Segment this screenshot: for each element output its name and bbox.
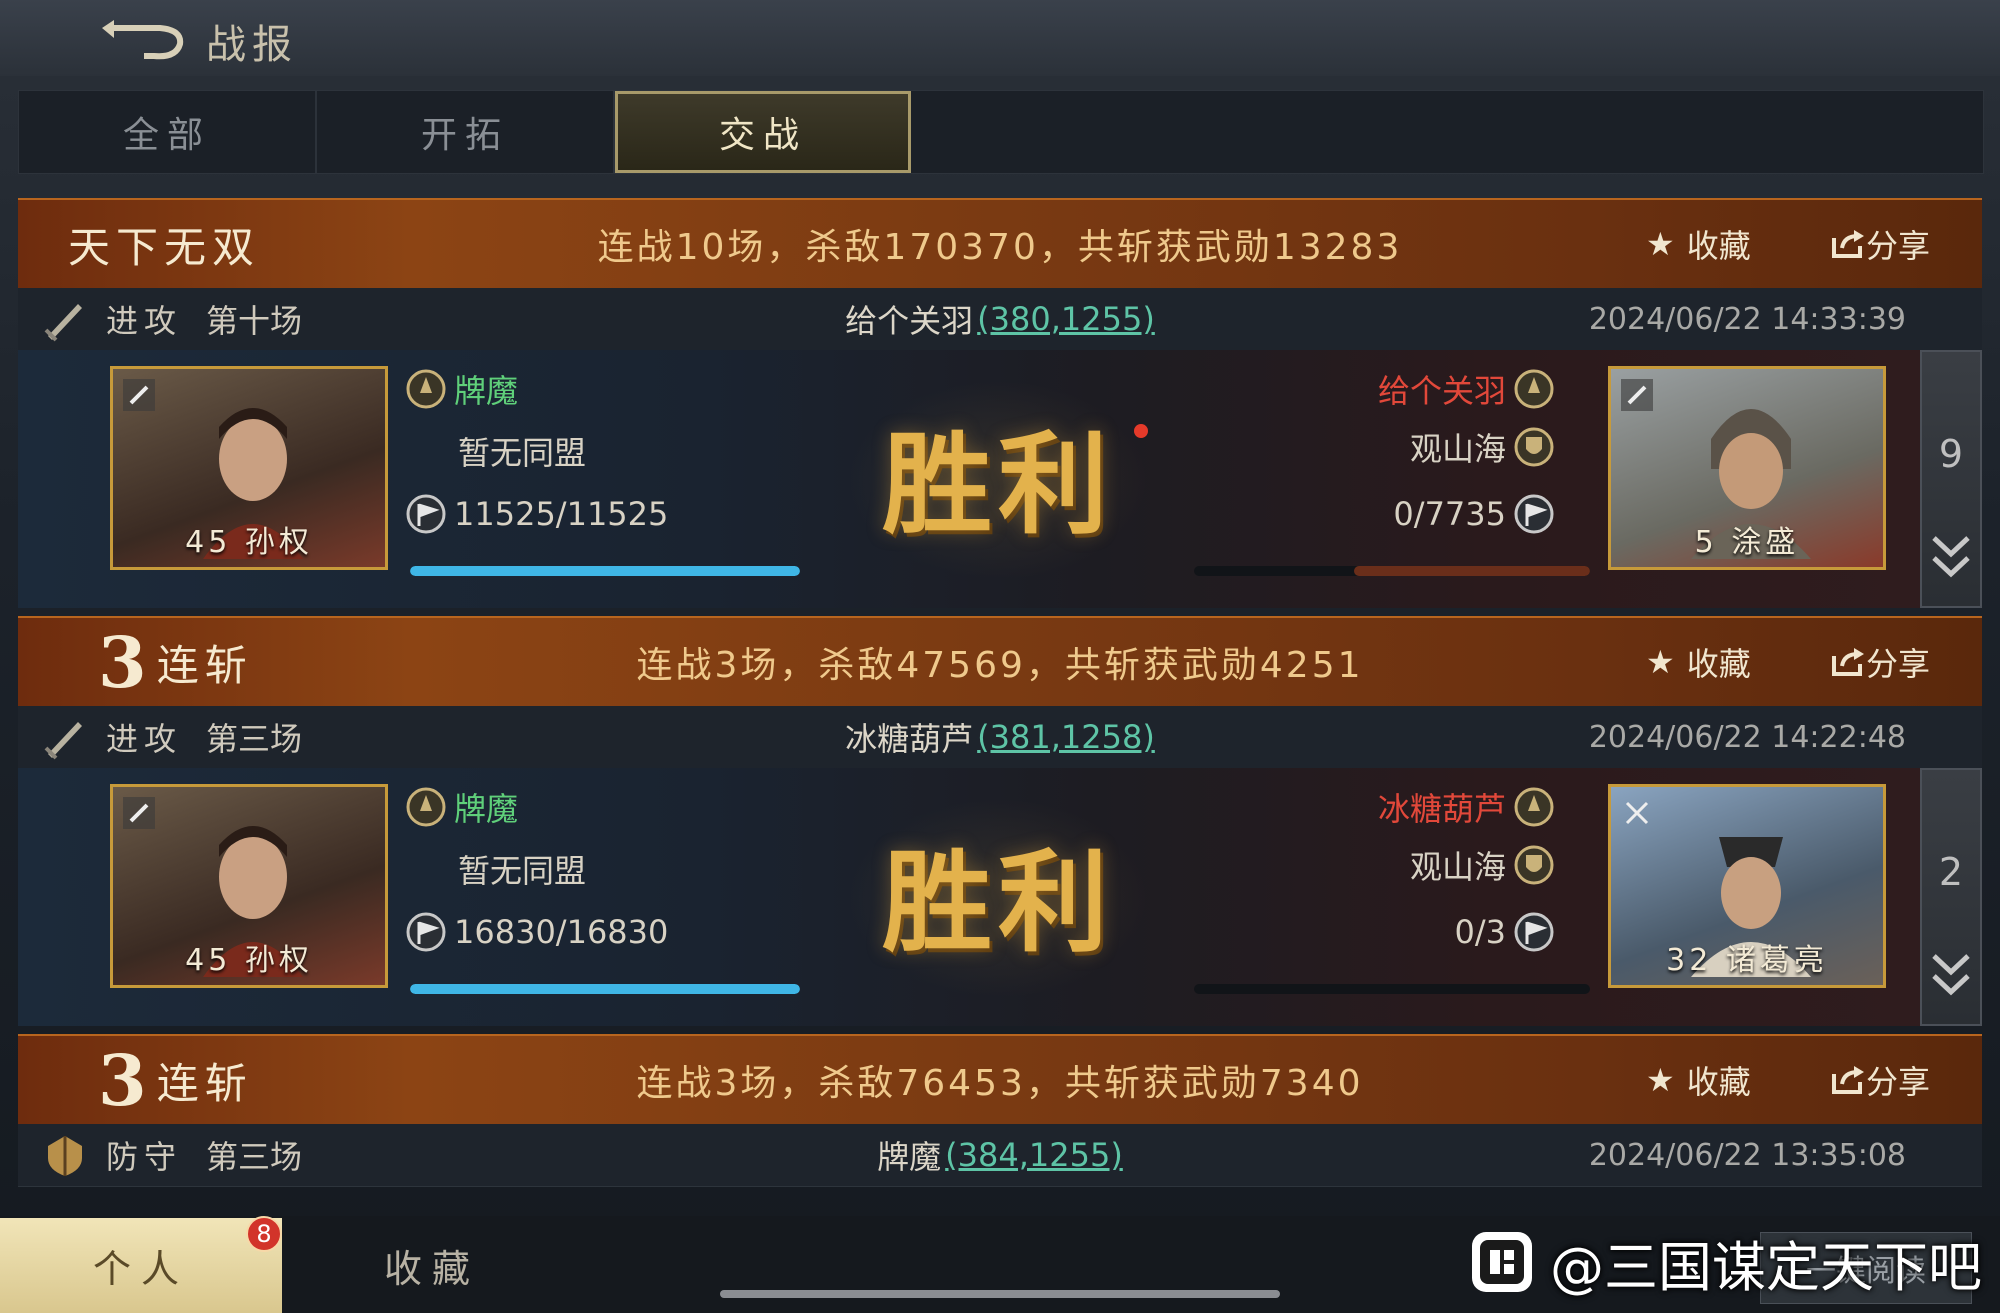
- flag-icon: [1514, 494, 1554, 534]
- home-indicator: [720, 1290, 1280, 1298]
- notification-badge: 8: [246, 1216, 282, 1252]
- battle-time: 2024/06/22 14:22:48: [1588, 719, 1906, 755]
- defender-general-portrait[interactable]: 32 诸葛亮: [1608, 784, 1886, 988]
- favorite-button[interactable]: ★ 收藏: [1646, 618, 1751, 706]
- general-label: 45 孙权: [185, 525, 313, 560]
- flag-icon: [406, 912, 446, 952]
- share-icon: [1832, 1066, 1864, 1094]
- page-title: 战报: [206, 22, 298, 68]
- back-arrow-icon[interactable]: [100, 12, 190, 64]
- share-icon: [1832, 230, 1864, 258]
- favorite-button[interactable]: ★ 收藏: [1646, 1036, 1751, 1124]
- share-icon: [1832, 648, 1864, 676]
- brush-tag-icon: [1621, 379, 1653, 411]
- report-info-row[interactable]: 进攻 第十场 给个关羽 (380,1255) 2024/06/22 14:33:39: [18, 288, 1982, 351]
- player-emblem-icon: [406, 369, 446, 409]
- defender-name: 冰糖葫芦: [1378, 784, 1554, 830]
- tab-all[interactable]: 全部: [19, 91, 317, 173]
- defender-name: 给个关羽: [1378, 366, 1554, 412]
- defender-alliance: 观山海: [1410, 842, 1554, 888]
- defender-general-portrait[interactable]: 5 涂盛: [1608, 366, 1886, 570]
- attacker-name: 牌魔: [406, 366, 518, 412]
- brush-tag-icon: [123, 797, 155, 829]
- target-coordinate-link[interactable]: (384,1255): [945, 1136, 1123, 1174]
- victory-result: 胜利: [882, 420, 1114, 549]
- defender-troops: 0/7735: [1393, 494, 1554, 534]
- tab-favorites[interactable]: 收藏: [282, 1218, 582, 1313]
- report-info-row[interactable]: 防守 第三场 牌魔 (384,1255) 2024/06/22 13:35:08: [18, 1124, 1982, 1187]
- battle-count: 9: [1938, 432, 1964, 476]
- star-icon: ★: [1646, 225, 1675, 263]
- attacker-general-portrait[interactable]: 45 孙权: [110, 784, 388, 988]
- player-emblem-icon: [1514, 369, 1554, 409]
- share-button[interactable]: 分享: [1830, 200, 1930, 288]
- battle-time: 2024/06/22 13:35:08: [1588, 1137, 1906, 1173]
- general-label: 45 孙权: [185, 943, 313, 978]
- report-banner: 3 连斩 连战3场，杀敌47569，共斩获武勋4251 ★ 收藏 分享: [18, 616, 1982, 708]
- player-emblem-icon: [1514, 787, 1554, 827]
- tab-personal[interactable]: 个人: [0, 1218, 282, 1313]
- star-icon: ★: [1646, 643, 1675, 681]
- detail-expand-box[interactable]: 2: [1920, 768, 1982, 1026]
- target-coordinate-link[interactable]: (380,1255): [977, 300, 1155, 338]
- battle-panel[interactable]: 45 孙权 牌魔 暂无同盟 11525/11525 胜利 给个关羽 观山海 0/…: [18, 350, 1982, 608]
- player-emblem-icon: [406, 787, 446, 827]
- tab-explore[interactable]: 开拓: [317, 91, 615, 173]
- brush-tag-icon: [123, 379, 155, 411]
- attacker-troops: 11525/11525: [406, 494, 668, 534]
- battle-count: 2: [1938, 850, 1964, 894]
- report-banner: 天下无双 连战10场，杀敌170370，共斩获武勋13283 ★ 收藏 分享: [18, 198, 1982, 290]
- chevron-down-icon[interactable]: [1928, 950, 1974, 1000]
- attacker-troop-bar: [410, 566, 800, 576]
- attacker-alliance: 暂无同盟: [458, 852, 587, 890]
- crossed-tag-icon: [1625, 801, 1649, 825]
- general-label: 32 诸葛亮: [1666, 943, 1828, 978]
- tieba-logo-icon: [1472, 1232, 1532, 1292]
- report-banner: 3 连斩 连战3场，杀敌76453，共斩获武勋7340 ★ 收藏 分享: [18, 1034, 1982, 1126]
- battle-time: 2024/06/22 14:33:39: [1588, 301, 1906, 337]
- attacker-troop-bar: [410, 984, 800, 994]
- defender-troop-bar: [1194, 566, 1590, 576]
- flag-icon: [1514, 912, 1554, 952]
- attacker-alliance: 暂无同盟: [458, 434, 587, 472]
- top-bar: [0, 0, 2000, 76]
- victory-result: 胜利: [882, 838, 1114, 967]
- report-info-row[interactable]: 进攻 第三场 冰糖葫芦 (381,1258) 2024/06/22 14:22:48: [18, 706, 1982, 769]
- defender-troops: 0/3: [1455, 912, 1555, 952]
- defender-alliance: 观山海: [1410, 424, 1554, 470]
- watermark: @三国谋定天下吧: [1470, 1222, 1982, 1302]
- favorite-button[interactable]: ★ 收藏: [1646, 200, 1751, 288]
- defender-lost-bar: [1354, 566, 1590, 576]
- detail-expand-box[interactable]: 9: [1920, 350, 1982, 608]
- tab-battle[interactable]: 交战: [615, 91, 911, 173]
- share-button[interactable]: 分享: [1830, 1036, 1930, 1124]
- star-icon: ★: [1646, 1061, 1675, 1099]
- attacker-troops: 16830/16830: [406, 912, 668, 952]
- unread-dot: [1134, 424, 1148, 438]
- general-label: 5 涂盛: [1694, 525, 1800, 560]
- target-coordinate-link[interactable]: (381,1258): [977, 718, 1155, 756]
- battle-panel[interactable]: 45 孙权 牌魔 暂无同盟 16830/16830 胜利 冰糖葫芦 观山海 0/…: [18, 768, 1982, 1026]
- attacker-name: 牌魔: [406, 784, 518, 830]
- defender-troop-bar: [1194, 984, 1590, 994]
- chevron-down-icon[interactable]: [1928, 532, 1974, 582]
- flag-icon: [406, 494, 446, 534]
- attacker-general-portrait[interactable]: 45 孙权: [110, 366, 388, 570]
- share-button[interactable]: 分享: [1830, 618, 1930, 706]
- report-tabs: 全部 开拓 交战: [18, 90, 1984, 174]
- alliance-shield-icon: [1514, 845, 1554, 885]
- alliance-shield-icon: [1514, 427, 1554, 467]
